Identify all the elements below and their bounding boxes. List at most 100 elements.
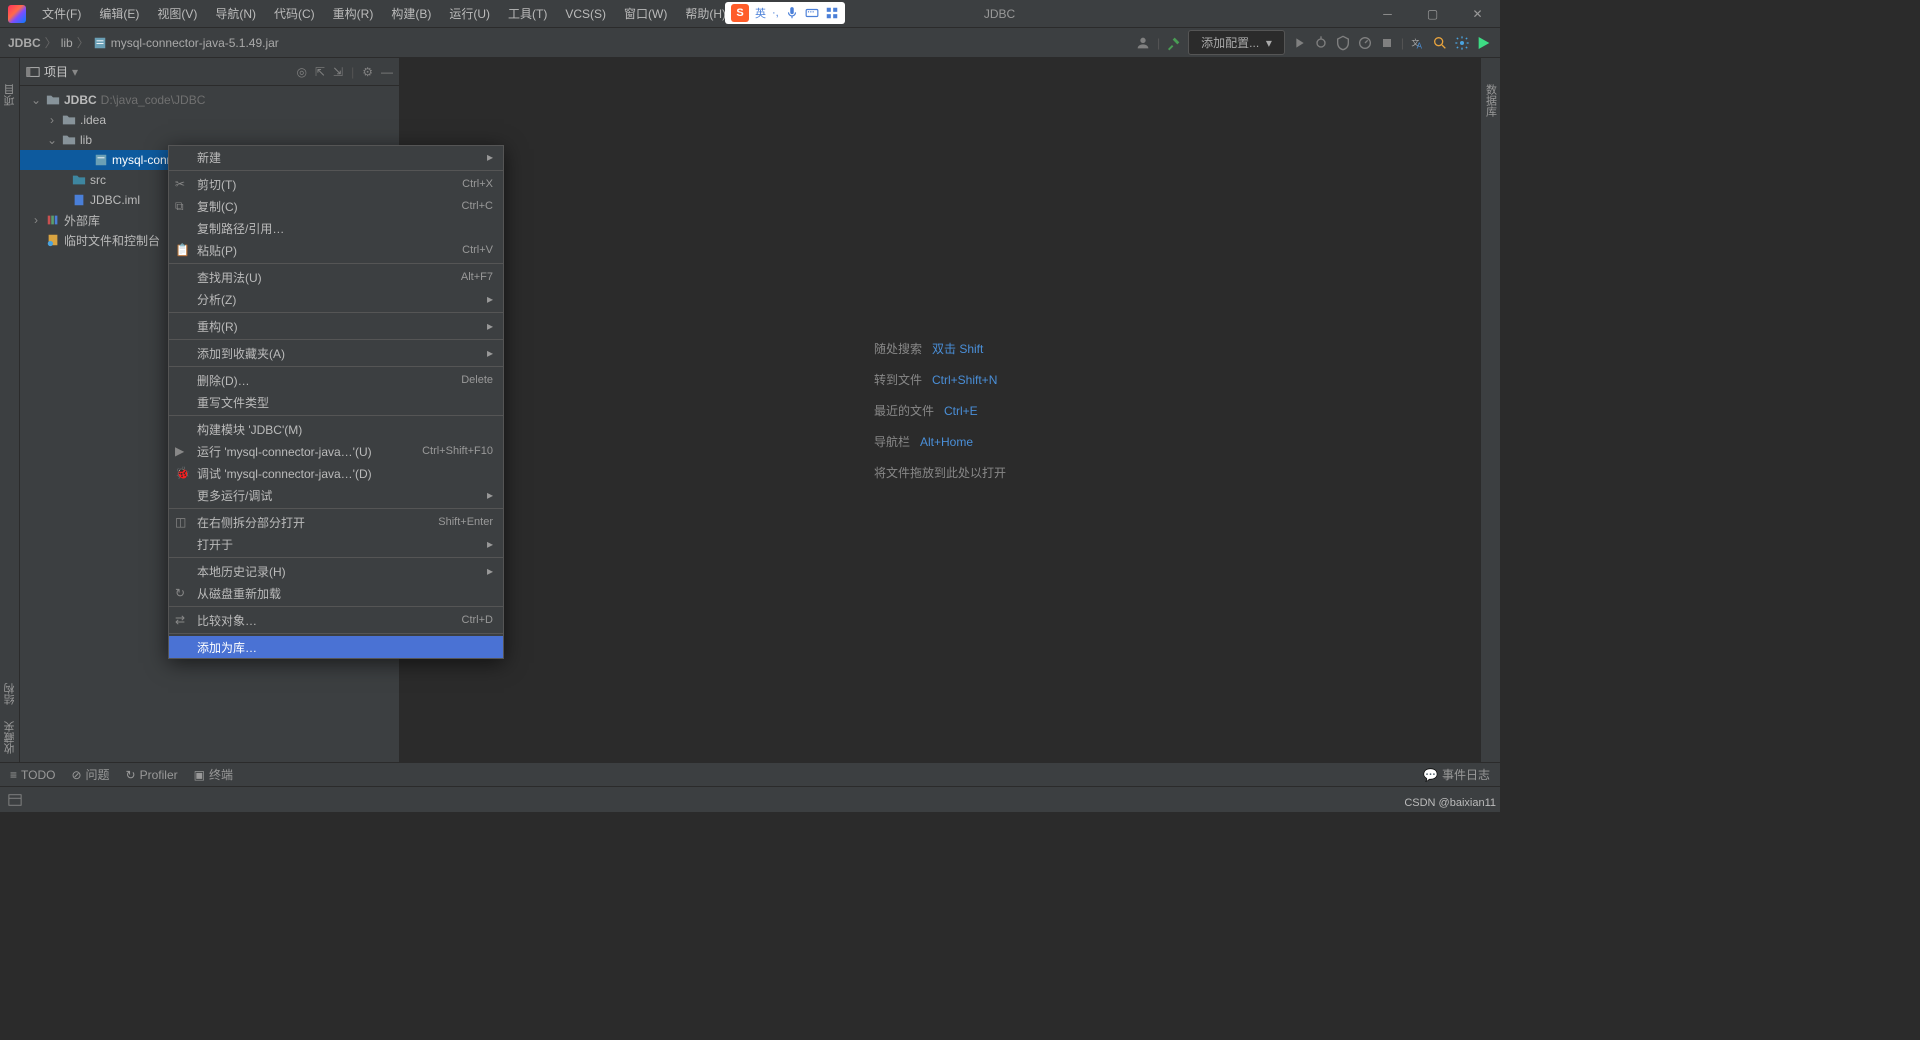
minimize-button[interactable]: ─ bbox=[1365, 0, 1410, 28]
ctx-label: 添加到收藏夹(A) bbox=[197, 345, 285, 362]
maximize-button[interactable]: ▢ bbox=[1410, 0, 1455, 28]
coverage-icon[interactable] bbox=[1335, 35, 1351, 51]
menu-view[interactable]: 视图(V) bbox=[149, 1, 205, 26]
ctx-分析Z[interactable]: 分析(Z)▸ bbox=[169, 288, 503, 310]
ime-keyboard-icon[interactable] bbox=[805, 6, 819, 20]
ctx-打开于[interactable]: 打开于▸ bbox=[169, 533, 503, 555]
project-title[interactable]: 项目 bbox=[44, 63, 68, 80]
hint-recent: 最近的文件Ctrl+E bbox=[874, 402, 1006, 419]
ctx-重写文件类型[interactable]: 重写文件类型 bbox=[169, 391, 503, 413]
menu-code[interactable]: 代码(C) bbox=[266, 1, 323, 26]
ctx-添加为库[interactable]: 添加为库… bbox=[169, 636, 503, 658]
ctx-剪切T[interactable]: ✂ 剪切(T) Ctrl+X bbox=[169, 173, 503, 195]
menu-separator bbox=[169, 339, 503, 340]
menu-vcs[interactable]: VCS(S) bbox=[557, 3, 614, 25]
menu-file[interactable]: 文件(F) bbox=[34, 1, 89, 26]
chevron-down-icon[interactable]: ⌄ bbox=[30, 93, 42, 107]
window-layout-icon[interactable] bbox=[8, 793, 22, 807]
run-icon[interactable] bbox=[1291, 35, 1307, 51]
settings-icon[interactable] bbox=[1454, 35, 1470, 51]
status-terminal[interactable]: ▣ 终端 bbox=[194, 766, 233, 783]
ctx-删除D[interactable]: 删除(D)…Delete bbox=[169, 369, 503, 391]
play-store-icon[interactable] bbox=[1476, 35, 1492, 51]
menu-refactor[interactable]: 重构(R) bbox=[325, 1, 382, 26]
project-header: 项目 ▾ ◎ ⇱ ⇲ | ⚙ — bbox=[20, 58, 399, 86]
ctx-新建[interactable]: 新建▸ bbox=[169, 146, 503, 168]
gutter-structure[interactable]: 结构 bbox=[2, 675, 18, 713]
ctx-构建模块JDBCM[interactable]: 构建模块 'JDBC'(M) bbox=[169, 418, 503, 440]
ctx-label: 复制(C) bbox=[197, 198, 238, 215]
ctx-运行mysqlcon[interactable]: ▶运行 'mysql-connector-java…'(U)Ctrl+Shift… bbox=[169, 440, 503, 462]
crumb-lib[interactable]: lib bbox=[61, 36, 73, 50]
dropdown-icon[interactable]: ▾ bbox=[72, 65, 78, 79]
menu-navigate[interactable]: 导航(N) bbox=[207, 1, 264, 26]
profiler-icon[interactable] bbox=[1357, 35, 1373, 51]
gutter-project[interactable]: 项目 bbox=[2, 76, 18, 114]
ctx-复制C[interactable]: ⧉复制(C)Ctrl+C bbox=[169, 195, 503, 217]
ime-punct-icon[interactable]: ·, bbox=[772, 7, 779, 19]
gutter-favorites[interactable]: 收藏夹 bbox=[2, 713, 18, 762]
user-icon[interactable] bbox=[1135, 35, 1151, 51]
status-event-log[interactable]: 💬 事件日志 bbox=[1423, 766, 1490, 783]
ctx-添加到收藏夹A[interactable]: 添加到收藏夹(A)▸ bbox=[169, 342, 503, 364]
gear-icon[interactable]: ⚙ bbox=[362, 65, 373, 79]
chevron-down-icon[interactable]: ⌄ bbox=[46, 133, 58, 147]
ctx-更多运行调试[interactable]: 更多运行/调试▸ bbox=[169, 484, 503, 506]
build-icon[interactable] bbox=[1166, 35, 1182, 51]
crumb-jar[interactable]: mysql-connector-java-5.1.49.jar bbox=[93, 36, 279, 50]
collapse-all-icon[interactable]: ⇲ bbox=[333, 65, 343, 79]
ctx-重构R[interactable]: 重构(R)▸ bbox=[169, 315, 503, 337]
status-todo[interactable]: ≡ TODO bbox=[10, 768, 55, 782]
menu-edit[interactable]: 编辑(E) bbox=[91, 1, 147, 26]
ctx-本地历史记录H[interactable]: 本地历史记录(H)▸ bbox=[169, 560, 503, 582]
ime-mic-icon[interactable] bbox=[785, 6, 799, 20]
gutter-database[interactable]: 数据库 bbox=[1483, 76, 1499, 125]
ime-toolbar[interactable]: S 英 ·, bbox=[725, 2, 845, 24]
tree-idea[interactable]: › .idea bbox=[20, 110, 399, 130]
search-icon[interactable] bbox=[1432, 35, 1448, 51]
status-problems[interactable]: ⊘ 问题 bbox=[71, 766, 109, 783]
cut-icon: ✂ bbox=[175, 177, 189, 191]
ctx-在右侧拆分部分打开[interactable]: ◫在右侧拆分部分打开Shift+Enter bbox=[169, 511, 503, 533]
ime-logo-icon: S bbox=[731, 4, 749, 22]
chevron-right-icon[interactable]: › bbox=[46, 113, 58, 127]
chevron-right-icon: 〉 bbox=[45, 34, 57, 51]
chevron-right-icon[interactable]: › bbox=[30, 213, 42, 227]
run-config-dropdown[interactable]: 添加配置... ▾ bbox=[1188, 30, 1285, 55]
ctx-查找用法U[interactable]: 查找用法(U)Alt+F7 bbox=[169, 266, 503, 288]
ime-grid-icon[interactable] bbox=[825, 6, 839, 20]
ctx-label: 剪切(T) bbox=[197, 176, 236, 193]
crumb-root[interactable]: JDBC bbox=[8, 36, 41, 50]
app-logo-icon bbox=[8, 5, 26, 23]
ctx-粘贴P[interactable]: 📋粘贴(P)Ctrl+V bbox=[169, 239, 503, 261]
status-profiler[interactable]: ↻ Profiler bbox=[126, 768, 178, 782]
submenu-arrow-icon: ▸ bbox=[487, 488, 493, 502]
right-gutter: 数据库 bbox=[1480, 58, 1500, 762]
expand-all-icon[interactable]: ⇱ bbox=[315, 65, 325, 79]
menu-build[interactable]: 构建(B) bbox=[383, 1, 439, 26]
hint-drop: 将文件拖放到此处以打开 bbox=[874, 464, 1006, 481]
close-button[interactable]: ✕ bbox=[1455, 0, 1500, 28]
menu-tools[interactable]: 工具(T) bbox=[500, 1, 555, 26]
ctx-shortcut: Ctrl+X bbox=[462, 178, 493, 190]
ctx-label: 重构(R) bbox=[197, 318, 238, 335]
menu-run[interactable]: 运行(U) bbox=[441, 1, 498, 26]
stop-icon[interactable] bbox=[1379, 35, 1395, 51]
ctx-比较对象[interactable]: ⇄比较对象…Ctrl+D bbox=[169, 609, 503, 631]
watermark: CSDN @baixian11 bbox=[1404, 797, 1496, 809]
ctx-复制路径引用[interactable]: 复制路径/引用… bbox=[169, 217, 503, 239]
menu-bar: 文件(F) 编辑(E) 视图(V) 导航(N) 代码(C) 重构(R) 构建(B… bbox=[34, 1, 734, 26]
ime-lang[interactable]: 英 bbox=[755, 5, 766, 21]
locate-icon[interactable]: ◎ bbox=[297, 65, 307, 79]
debug-icon[interactable] bbox=[1313, 35, 1329, 51]
ctx-从磁盘重新加载[interactable]: ↻从磁盘重新加载 bbox=[169, 582, 503, 604]
scratch-icon bbox=[46, 233, 60, 247]
translate-icon[interactable]: 文A bbox=[1410, 35, 1426, 51]
ctx-调试mysqlcon[interactable]: 🐞调试 'mysql-connector-java…'(D) bbox=[169, 462, 503, 484]
tree-root[interactable]: ⌄ JDBCD:\java_code\JDBC bbox=[20, 90, 399, 110]
hint-navbar: 导航栏Alt+Home bbox=[874, 433, 1006, 450]
copy-icon: ⧉ bbox=[175, 199, 189, 213]
hide-icon[interactable]: — bbox=[381, 65, 393, 79]
context-menu: 新建▸✂剪切(T)Ctrl+X⧉复制(C)Ctrl+C复制路径/引用…📋粘贴(P… bbox=[168, 145, 504, 659]
svg-text:A: A bbox=[1417, 41, 1423, 50]
